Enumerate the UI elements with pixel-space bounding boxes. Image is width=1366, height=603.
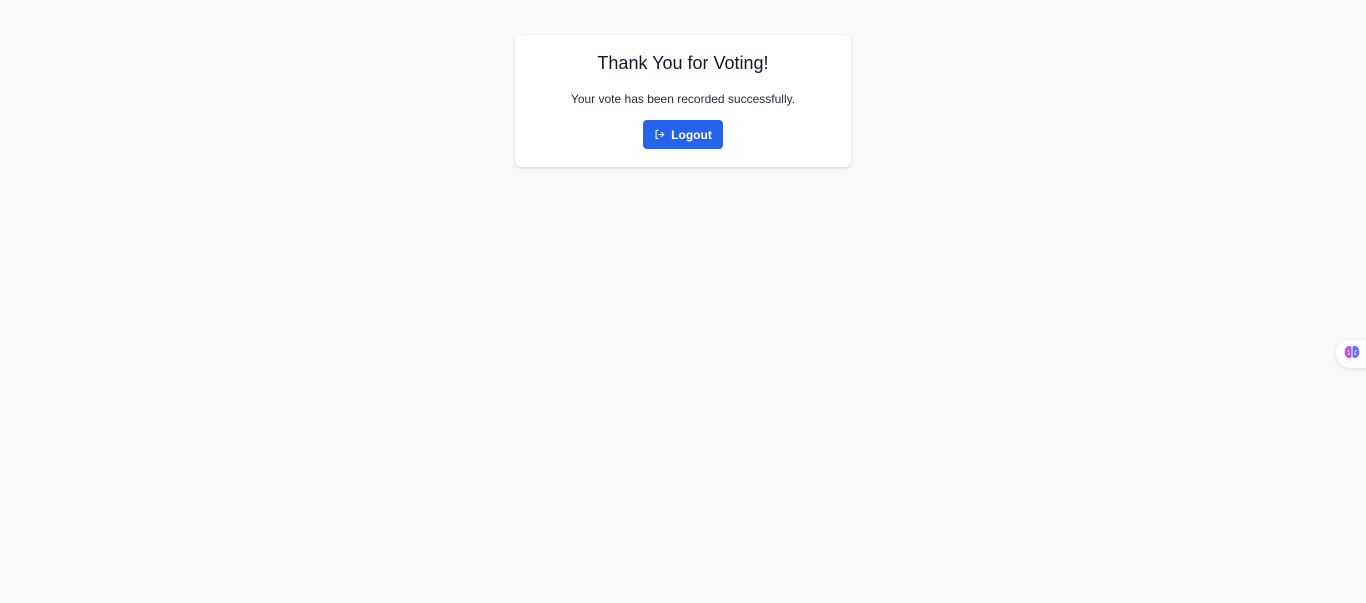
assistant-widget[interactable] — [1336, 340, 1366, 368]
logout-icon — [654, 129, 665, 140]
thank-you-card: Thank You for Voting! Your vote has been… — [515, 35, 851, 167]
logout-label: Logout — [671, 127, 712, 142]
logout-button[interactable]: Logout — [643, 120, 723, 149]
page-title: Thank You for Voting! — [597, 53, 769, 73]
confirmation-message: Your vote has been recorded successfully… — [570, 92, 796, 106]
brain-icon — [1344, 344, 1360, 365]
